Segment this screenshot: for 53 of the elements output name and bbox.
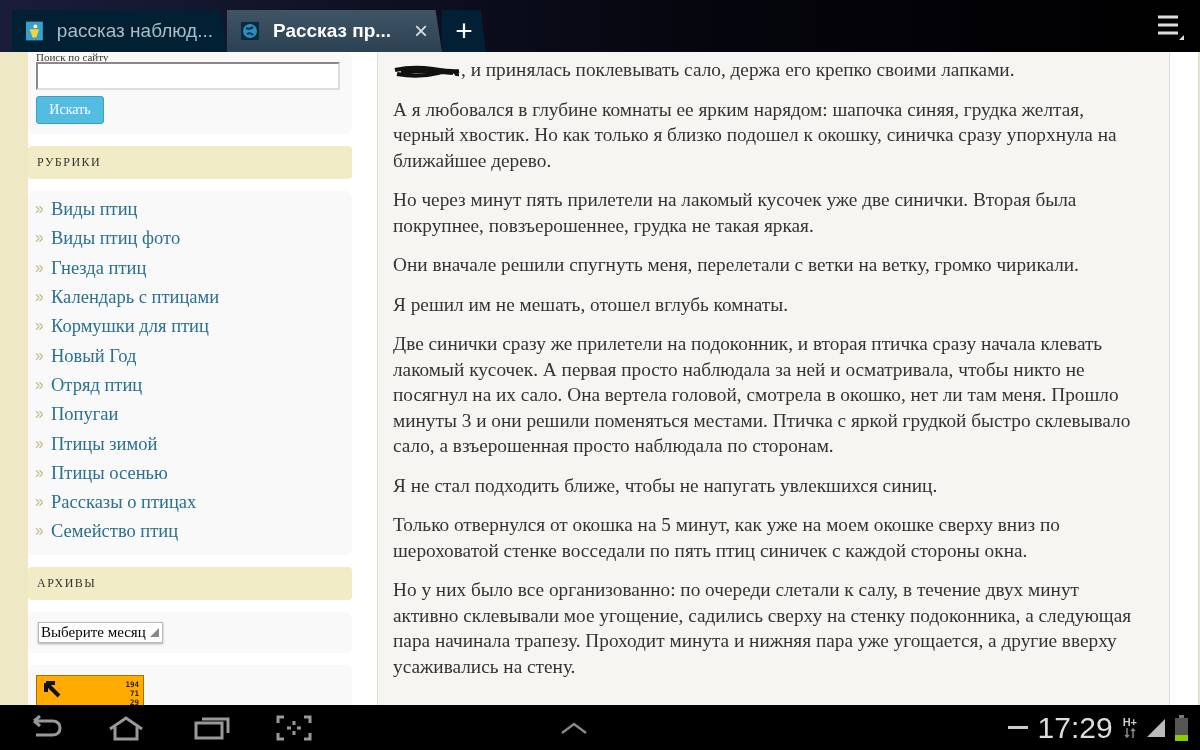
section-heading: РУБРИКИ <box>28 146 352 179</box>
category-link[interactable]: Гнезда птиц <box>36 253 344 283</box>
category-link[interactable]: Новый Год <box>36 341 344 371</box>
clock-time: 17:29 <box>1037 710 1113 745</box>
article-paragraph: Я не стал подходить ближе, чтобы не напугать увлекшихся синиц. <box>393 473 939 498</box>
article-paragraph: Только отвернулся от окошка на 5 минут, как уже на моем окошке сверху вниз по шероховатой стенке восседали по пять птиц синичек с каждой стороны окна. <box>393 513 1061 563</box>
browser-tab[interactable]: рассказ наблюд... <box>12 10 227 52</box>
site-icon <box>26 21 43 41</box>
category-link[interactable]: Кормушки для птиц <box>36 312 344 342</box>
month-select[interactable]: Выберите месяц <box>38 621 163 643</box>
caret-up-icon[interactable] <box>559 721 588 734</box>
article-paragraph: А я любовался в глубине комнаты ее ярким нарядом: шапочка синяя, грудка желтая, черный хвостик. Но как только я близко подошел к окошку, синичка сразу упорхнула на ближайшее дерево. <box>393 97 1118 173</box>
battery-icon <box>1175 714 1188 741</box>
article-paragraph: Но через минут пять прилетели на лакомый кусочек уже две синички. Вторая была покрупнее, повзъерошеннее, грудка не такая яркая. <box>393 188 1078 238</box>
category-link[interactable]: Рассказы о птицах <box>36 487 344 518</box>
search-field[interactable] <box>36 62 340 90</box>
network-type: H+ <box>1122 717 1137 728</box>
category-link[interactable]: Отряд птиц <box>36 370 344 401</box>
bullet-icon <box>36 264 43 272</box>
article-paragraph: Я решил им не мешать, отошел вглубь комнаты. <box>393 292 789 317</box>
browser-tab[interactable]: Рассказ пр... × <box>227 10 442 52</box>
minus-icon <box>1007 725 1028 730</box>
bullet-icon <box>36 206 43 214</box>
bullet-icon <box>36 528 43 536</box>
bullet-icon <box>36 323 43 331</box>
article-paragraph: Они вначале решили спугнуть меня, перелетали с ветки на ветку, громко чирикали. <box>393 253 1080 277</box>
category-link[interactable]: Птицы осенью <box>36 458 344 488</box>
bullet-icon <box>36 411 43 419</box>
bullet-icon <box>36 381 43 389</box>
category-link[interactable]: Виды птиц <box>36 195 344 225</box>
category-link[interactable]: Попугаи <box>36 400 344 430</box>
bullet-icon <box>36 235 43 243</box>
data-arrows-icon <box>1123 728 1136 738</box>
section-heading: АРХИВЫ <box>28 566 352 600</box>
category-link[interactable]: Птицы зимой <box>36 429 344 459</box>
menu-icon[interactable] <box>1156 14 1186 40</box>
article-paragraph: Но у них было все организованно: по очереди слетали к салу, в течение двух минут активно склевывали мое угощение, садились сверху на стенку подоконника, а следующая пара начинала трапезу. Проходит минута и нижняя пара уже угощается, а другие вверху усаживались на стену. <box>393 578 1133 679</box>
bullet-icon <box>36 499 43 507</box>
bullet-icon <box>36 352 43 360</box>
close-tab-button[interactable]: × <box>414 17 428 45</box>
arrow-icon <box>43 679 61 698</box>
article-paragraph: Две синички сразу же прилетели на подоконник, и вторая птичка сразу начала клевать лакомый кусочек. А первая просто наблюдала за ней и осматривала, чтобы никто не посягнул на их сало. Она вертела головой, смотрела в окошко, нет ли там меня. Прошло минуты 3 и они решили поменяться местами. Птичка с яркой грудкой быстро склевывало сало, а взъерошенная просто наблюдала по сторонам. <box>393 332 1132 458</box>
new-tab-button[interactable]: + <box>442 10 486 52</box>
article-paragraph: , и принялась поклевывать сало, держа его крепко своими лапками. <box>393 57 1143 83</box>
scribble-drawing <box>393 63 461 80</box>
bullet-icon <box>36 440 43 448</box>
category-link[interactable]: Семейство птиц <box>36 517 344 547</box>
category-link[interactable]: Календарь с птицами <box>36 282 344 313</box>
bullet-icon <box>36 294 43 302</box>
category-link[interactable]: Виды птиц фото <box>36 224 344 254</box>
signal-icon <box>1147 718 1165 737</box>
globe-icon <box>241 22 259 40</box>
bullet-icon <box>36 469 43 477</box>
